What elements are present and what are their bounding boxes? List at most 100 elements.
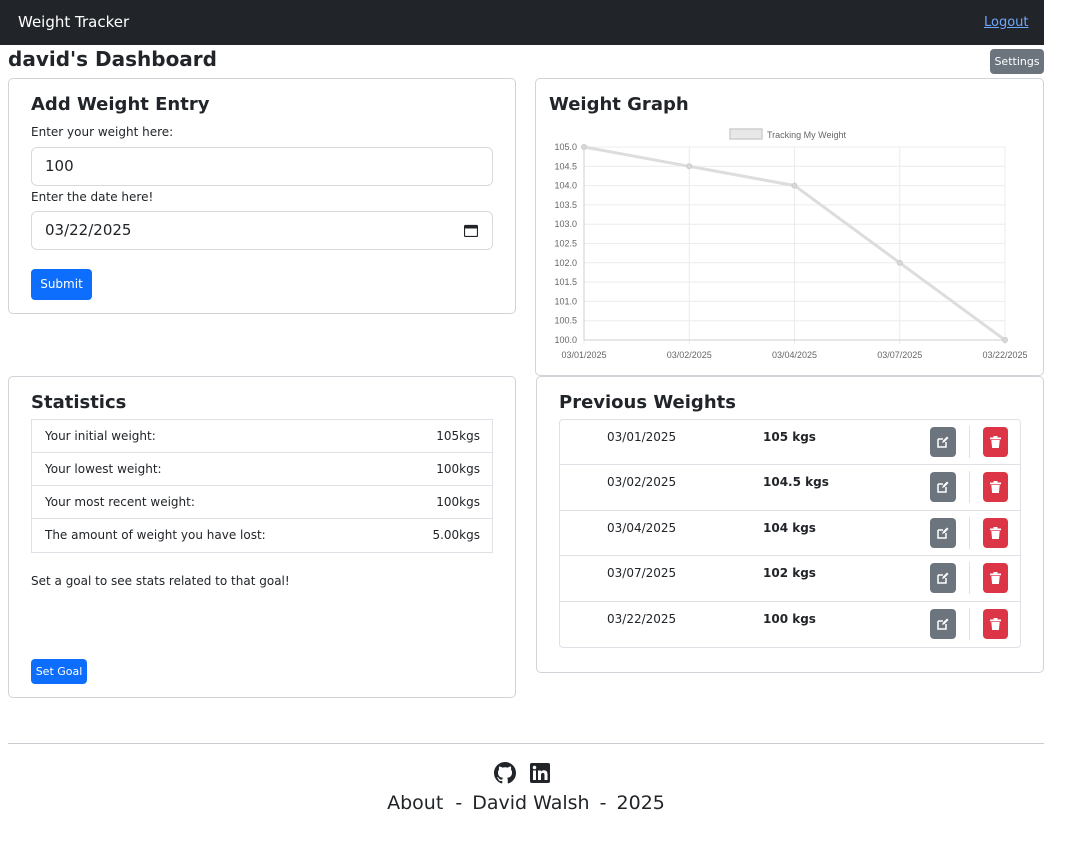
data-point [896,259,903,266]
about-link[interactable]: About [387,792,443,814]
edit-button[interactable] [930,427,956,457]
delete-button[interactable] [983,472,1008,503]
weight-chart: Tracking My Weight 105.0 104.5 104.0 103.5 10… [554,128,1028,360]
delete-button[interactable] [983,517,1008,548]
statistics-card: Statistics Your initial weight: 105kgs Y… [8,376,516,698]
stat-value: 105kgs [436,429,480,443]
previous-weights-card: Previous Weights 03/01/2025 105 kgs 03/02/… [536,376,1044,673]
y-tick-label: 103.0 [554,219,577,229]
edit-icon [937,618,949,630]
stat-label: Your initial weight: [45,429,156,443]
weight-input-value: 100 [45,157,74,175]
x-tick-label: 03/04/2025 [772,350,817,360]
delete-button[interactable] [983,427,1008,457]
row-date: 03/04/2025 [607,520,677,535]
stat-row-lost: The amount of weight you have lost: 5.00… [32,519,492,552]
table-row: 03/01/2025 105 kgs [560,420,1020,466]
weight-input[interactable]: 100 [31,147,493,186]
edit-icon [937,436,949,448]
row-date: 03/07/2025 [607,566,677,581]
y-tick-label: 102.0 [554,258,577,268]
graph-title: Weight Graph [549,94,689,115]
stat-label: Your most recent weight: [45,495,195,509]
statistics-table: Your initial weight: 105kgs Your lowest … [31,419,493,553]
x-tick-label: 03/22/2025 [982,350,1027,360]
action-divider [969,426,970,458]
stat-value: 5.00kgs [432,528,480,542]
y-tick-label: 100.0 [554,335,577,345]
y-tick-label: 102.5 [554,239,577,249]
legend-swatch [729,128,763,140]
edit-icon [937,572,949,584]
trash-icon [990,526,1001,539]
action-divider [969,607,970,640]
edit-button[interactable] [930,608,956,639]
row-weight: 100 kgs [763,611,816,626]
row-weight: 104.5 kgs [763,475,829,490]
row-weight: 104 kgs [763,520,816,535]
statistics-title: Statistics [31,392,127,413]
navbar: Weight Tracker Logout [0,0,1044,45]
stat-row-initial: Your initial weight: 105kgs [32,420,492,453]
row-date: 03/02/2025 [607,475,677,490]
action-divider [969,471,970,504]
page-title: david's Dashboard [8,47,217,71]
table-row: 03/04/2025 104 kgs [560,511,1020,557]
row-date: 03/01/2025 [607,430,677,444]
stat-value: 100kgs [436,495,480,509]
edit-button[interactable] [930,563,956,594]
footer-year: 2025 [616,792,665,814]
data-point [791,182,798,189]
stat-row-lowest: Your lowest weight: 100kgs [32,453,492,486]
table-row: 03/22/2025 100 kgs [560,602,1020,647]
logout-link[interactable]: Logout [984,15,1029,30]
calendar-icon[interactable] [464,224,478,237]
add-entry-card: Add Weight Entry Enter your weight here:… [8,78,516,314]
table-row: 03/07/2025 102 kgs [560,556,1020,602]
previous-weights-title: Previous Weights [559,392,736,413]
brand[interactable]: Weight Tracker [18,13,129,31]
submit-button[interactable]: Submit [31,269,92,300]
row-weight: 102 kgs [763,566,816,581]
edit-button[interactable] [930,517,956,548]
footer-author: David Walsh [472,792,590,814]
data-point [1002,337,1008,343]
data-point [686,163,693,170]
delete-button[interactable] [983,608,1008,639]
x-tick-label: 03/07/2025 [877,350,922,360]
previous-weights-table: 03/01/2025 105 kgs 03/02/2025 104.5 kgs 03/0… [559,419,1021,648]
row-date: 03/22/2025 [607,611,677,626]
date-input-value: 03/22/2025 [45,221,132,239]
data-point [581,144,587,150]
stat-label: The amount of weight you have lost: [45,528,266,542]
set-goal-button[interactable]: Set Goal [31,659,87,684]
y-tick-label: 101.5 [554,277,577,287]
stat-value: 100kgs [436,462,480,476]
footer-dash: - [455,792,463,814]
y-tick-label: 101.0 [554,296,577,306]
trash-icon [990,572,1001,585]
action-divider [969,516,970,549]
edit-button[interactable] [930,472,956,503]
linkedin-icon[interactable] [530,763,550,783]
delete-button[interactable] [983,563,1008,594]
footer-sep: - [599,792,607,814]
x-tick-label: 03/01/2025 [561,350,606,360]
edit-icon [937,481,949,494]
y-tick-label: 103.5 [554,200,577,210]
goal-message: Set a goal to see stats related to that … [31,574,290,588]
footer-divider [8,743,1044,744]
trash-icon [990,436,1001,448]
date-input[interactable]: 03/22/2025 [31,211,493,250]
github-icon[interactable] [494,762,516,784]
y-tick-label: 104.0 [554,181,577,191]
legend-label: Tracking My Weight [767,130,847,140]
trash-icon [990,481,1001,494]
stat-label: Your lowest weight: [45,462,162,476]
row-weight: 105 kgs [763,430,816,444]
x-tick-label: 03/02/2025 [667,350,712,360]
settings-button[interactable]: Settings [990,49,1044,74]
y-tick-label: 104.5 [554,161,577,171]
stat-row-recent: Your most recent weight: 100kgs [32,486,492,519]
y-tick-label: 105.0 [554,142,577,152]
